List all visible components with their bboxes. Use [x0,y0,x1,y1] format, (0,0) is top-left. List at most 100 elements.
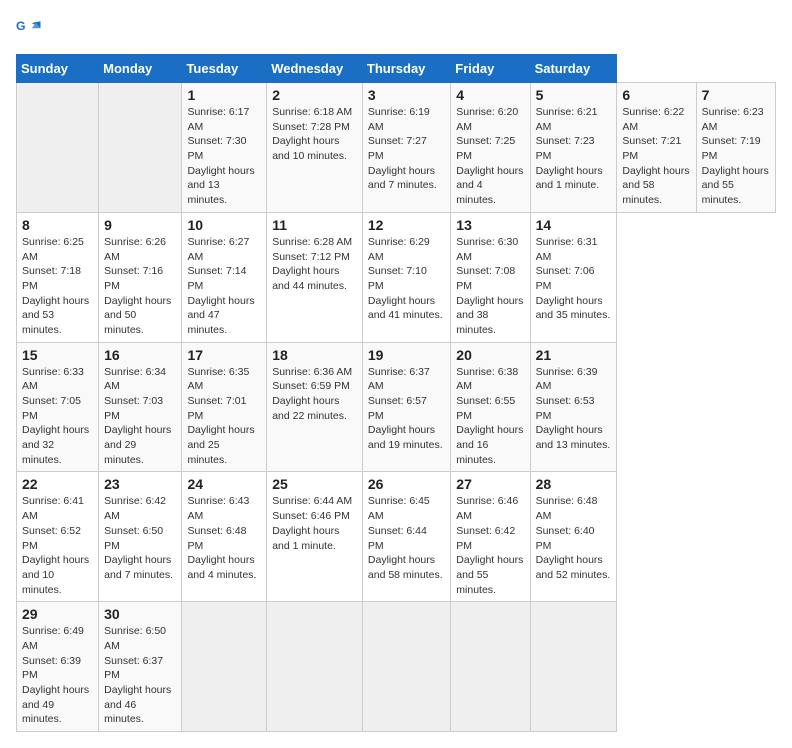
day-info: Sunrise: 6:34 AMSunset: 7:03 PMDaylight … [104,365,176,468]
day-info: Sunrise: 6:38 AMSunset: 6:55 PMDaylight … [456,365,524,468]
weekday-header-tuesday: Tuesday [182,55,267,83]
day-number: 27 [456,476,524,492]
calendar-cell: 23 Sunrise: 6:42 AMSunset: 6:50 PMDaylig… [99,472,182,602]
calendar-cell: 6 Sunrise: 6:22 AMSunset: 7:21 PMDayligh… [617,83,696,213]
calendar-cell: 8 Sunrise: 6:25 AMSunset: 7:18 PMDayligh… [17,212,99,342]
day-info: Sunrise: 6:30 AMSunset: 7:08 PMDaylight … [456,235,524,338]
calendar-cell: 30 Sunrise: 6:50 AMSunset: 6:37 PMDaylig… [99,602,182,732]
day-info: Sunrise: 6:41 AMSunset: 6:52 PMDaylight … [22,494,93,597]
day-info: Sunrise: 6:37 AMSunset: 6:57 PMDaylight … [368,365,445,453]
calendar-cell: 24 Sunrise: 6:43 AMSunset: 6:48 PMDaylig… [182,472,267,602]
day-number: 11 [272,217,357,233]
day-info: Sunrise: 6:26 AMSunset: 7:16 PMDaylight … [104,235,176,338]
day-number: 21 [536,347,612,363]
page-header: G [16,16,776,44]
calendar-cell [17,83,99,213]
day-info: Sunrise: 6:48 AMSunset: 6:40 PMDaylight … [536,494,612,582]
calendar-cell: 18 Sunrise: 6:36 AMSunset: 6:59 PMDaylig… [267,342,363,472]
day-number: 3 [368,87,445,103]
day-number: 16 [104,347,176,363]
day-info: Sunrise: 6:33 AMSunset: 7:05 PMDaylight … [22,365,93,468]
weekday-header-sunday: Sunday [17,55,99,83]
day-info: Sunrise: 6:35 AMSunset: 7:01 PMDaylight … [187,365,261,468]
day-info: Sunrise: 6:27 AMSunset: 7:14 PMDaylight … [187,235,261,338]
calendar-cell [267,602,363,732]
day-number: 30 [104,606,176,622]
day-info: Sunrise: 6:43 AMSunset: 6:48 PMDaylight … [187,494,261,582]
day-info: Sunrise: 6:45 AMSunset: 6:44 PMDaylight … [368,494,445,582]
day-info: Sunrise: 6:46 AMSunset: 6:42 PMDaylight … [456,494,524,597]
day-number: 25 [272,476,357,492]
day-number: 2 [272,87,357,103]
calendar-cell: 4 Sunrise: 6:20 AMSunset: 7:25 PMDayligh… [451,83,530,213]
calendar-cell: 17 Sunrise: 6:35 AMSunset: 7:01 PMDaylig… [182,342,267,472]
day-number: 15 [22,347,93,363]
calendar-cell: 5 Sunrise: 6:21 AMSunset: 7:23 PMDayligh… [530,83,617,213]
day-info: Sunrise: 6:17 AMSunset: 7:30 PMDaylight … [187,105,261,208]
day-number: 28 [536,476,612,492]
calendar-week-2: 8 Sunrise: 6:25 AMSunset: 7:18 PMDayligh… [17,212,776,342]
calendar-cell: 19 Sunrise: 6:37 AMSunset: 6:57 PMDaylig… [362,342,450,472]
day-number: 7 [702,87,770,103]
calendar-cell [99,83,182,213]
day-info: Sunrise: 6:36 AMSunset: 6:59 PMDaylight … [272,365,357,424]
calendar-body: 1 Sunrise: 6:17 AMSunset: 7:30 PMDayligh… [17,83,776,732]
calendar-cell: 1 Sunrise: 6:17 AMSunset: 7:30 PMDayligh… [182,83,267,213]
day-info: Sunrise: 6:29 AMSunset: 7:10 PMDaylight … [368,235,445,323]
calendar-cell: 22 Sunrise: 6:41 AMSunset: 6:52 PMDaylig… [17,472,99,602]
day-number: 23 [104,476,176,492]
calendar-cell: 13 Sunrise: 6:30 AMSunset: 7:08 PMDaylig… [451,212,530,342]
weekday-header-friday: Friday [451,55,530,83]
day-number: 17 [187,347,261,363]
calendar-header: SundayMondayTuesdayWednesdayThursdayFrid… [17,55,776,83]
day-number: 20 [456,347,524,363]
day-info: Sunrise: 6:31 AMSunset: 7:06 PMDaylight … [536,235,612,323]
calendar-cell: 7 Sunrise: 6:23 AMSunset: 7:19 PMDayligh… [696,83,775,213]
day-number: 4 [456,87,524,103]
day-info: Sunrise: 6:28 AMSunset: 7:12 PMDaylight … [272,235,357,294]
calendar-cell: 2 Sunrise: 6:18 AMSunset: 7:28 PMDayligh… [267,83,363,213]
calendar-cell: 3 Sunrise: 6:19 AMSunset: 7:27 PMDayligh… [362,83,450,213]
calendar-cell: 16 Sunrise: 6:34 AMSunset: 7:03 PMDaylig… [99,342,182,472]
day-number: 13 [456,217,524,233]
weekday-header-wednesday: Wednesday [267,55,363,83]
logo: G [16,16,48,44]
day-number: 5 [536,87,612,103]
day-number: 29 [22,606,93,622]
day-info: Sunrise: 6:50 AMSunset: 6:37 PMDaylight … [104,624,176,727]
calendar-cell: 20 Sunrise: 6:38 AMSunset: 6:55 PMDaylig… [451,342,530,472]
day-number: 8 [22,217,93,233]
calendar-cell: 10 Sunrise: 6:27 AMSunset: 7:14 PMDaylig… [182,212,267,342]
day-number: 19 [368,347,445,363]
calendar-cell: 27 Sunrise: 6:46 AMSunset: 6:42 PMDaylig… [451,472,530,602]
day-number: 1 [187,87,261,103]
weekday-header-monday: Monday [99,55,182,83]
day-info: Sunrise: 6:49 AMSunset: 6:39 PMDaylight … [22,624,93,727]
day-info: Sunrise: 6:42 AMSunset: 6:50 PMDaylight … [104,494,176,582]
calendar-cell: 26 Sunrise: 6:45 AMSunset: 6:44 PMDaylig… [362,472,450,602]
calendar-week-5: 29 Sunrise: 6:49 AMSunset: 6:39 PMDaylig… [17,602,776,732]
day-number: 10 [187,217,261,233]
calendar-table: SundayMondayTuesdayWednesdayThursdayFrid… [16,54,776,732]
calendar-week-1: 1 Sunrise: 6:17 AMSunset: 7:30 PMDayligh… [17,83,776,213]
day-info: Sunrise: 6:18 AMSunset: 7:28 PMDaylight … [272,105,357,164]
calendar-cell: 11 Sunrise: 6:28 AMSunset: 7:12 PMDaylig… [267,212,363,342]
day-info: Sunrise: 6:19 AMSunset: 7:27 PMDaylight … [368,105,445,193]
day-number: 9 [104,217,176,233]
calendar-cell [182,602,267,732]
day-number: 14 [536,217,612,233]
day-info: Sunrise: 6:22 AMSunset: 7:21 PMDaylight … [622,105,690,208]
calendar-cell: 25 Sunrise: 6:44 AMSunset: 6:46 PMDaylig… [267,472,363,602]
day-info: Sunrise: 6:21 AMSunset: 7:23 PMDaylight … [536,105,612,193]
day-info: Sunrise: 6:23 AMSunset: 7:19 PMDaylight … [702,105,770,208]
calendar-cell: 14 Sunrise: 6:31 AMSunset: 7:06 PMDaylig… [530,212,617,342]
svg-text:G: G [16,19,26,33]
day-number: 22 [22,476,93,492]
calendar-cell: 21 Sunrise: 6:39 AMSunset: 6:53 PMDaylig… [530,342,617,472]
day-info: Sunrise: 6:39 AMSunset: 6:53 PMDaylight … [536,365,612,453]
calendar-cell: 9 Sunrise: 6:26 AMSunset: 7:16 PMDayligh… [99,212,182,342]
day-info: Sunrise: 6:25 AMSunset: 7:18 PMDaylight … [22,235,93,338]
calendar-cell [451,602,530,732]
day-number: 18 [272,347,357,363]
calendar-cell: 28 Sunrise: 6:48 AMSunset: 6:40 PMDaylig… [530,472,617,602]
